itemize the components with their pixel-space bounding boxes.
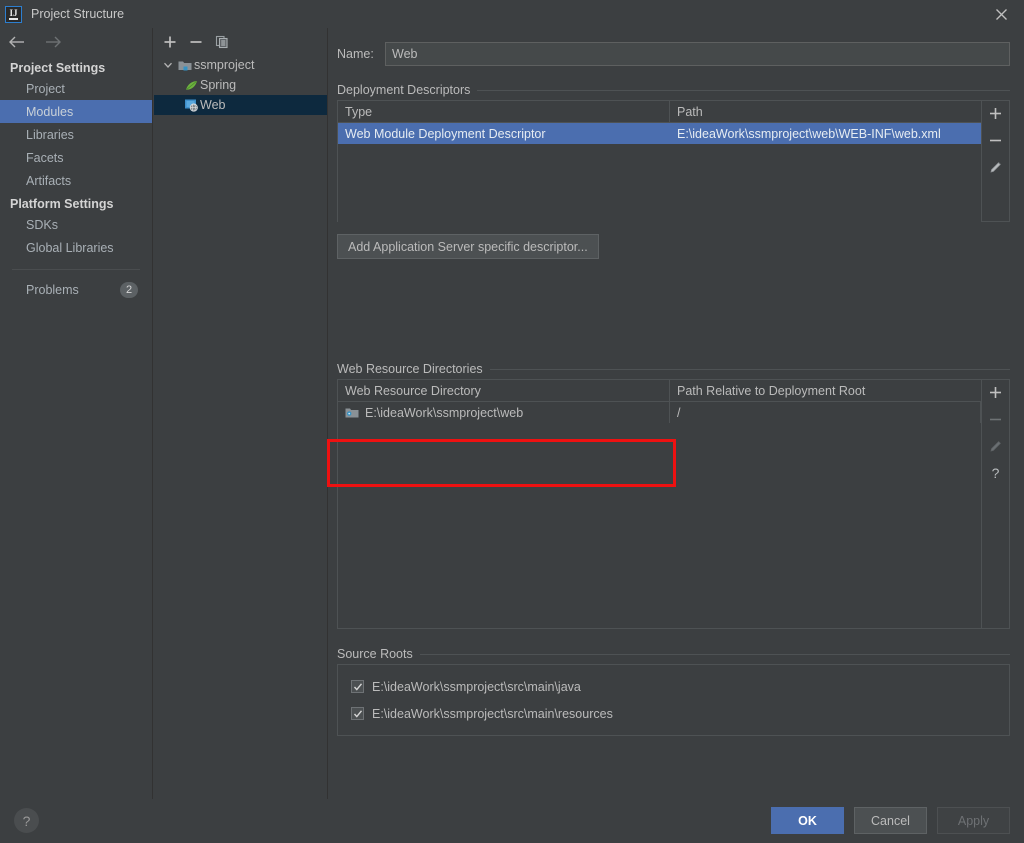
source-roots-title-row: Source Roots [337,644,1010,664]
deployment-descriptors-title: Deployment Descriptors [337,83,471,97]
cell-web-resource-directory-text: E:\ideaWork\ssmproject\web [365,405,524,420]
sidebar-item-facets[interactable]: Facets [0,146,152,169]
deployment-descriptors-toolbar [981,100,1010,222]
web-resource-directories-group: Web Resource Directories Web Resource Di… [337,359,1010,629]
table-row[interactable]: E:\ideaWork\ssmproject\web / [338,402,981,423]
sidebar-item-modules[interactable]: Modules [0,100,152,123]
ok-button[interactable]: OK [771,807,844,834]
help-question-icon[interactable]: ? [14,808,39,833]
sidebar-section-platform-settings: Platform Settings [10,196,114,211]
tree-node-label: Web [200,98,226,112]
sidebar-item-global-libraries[interactable]: Global Libraries [0,236,152,259]
cell-web-resource-directory: E:\ideaWork\ssmproject\web [338,402,670,423]
cell-type: Web Module Deployment Descriptor [338,123,670,144]
sidebar-item-problems-label: Problems [26,282,79,297]
close-icon[interactable] [978,0,1024,28]
module-name-row: Name: [337,42,1010,66]
table-empty-space [338,423,981,628]
project-structure-dialog: IJ Project Structure Project Settings Pr… [0,0,1024,843]
source-root-label: E:\ideaWork\ssmproject\src\main\java [372,679,581,694]
source-roots-title: Source Roots [337,647,413,661]
arrow-right-icon[interactable] [44,35,62,49]
deployment-descriptors-table-wrap: Type Path Web Module Deployment Descript… [337,100,1010,222]
sidebar-item-libraries[interactable]: Libraries [0,123,152,146]
tree-node-spring[interactable]: Spring [154,75,327,95]
help-question-icon[interactable]: ? [992,464,1000,482]
cancel-button[interactable]: Cancel [854,807,927,834]
tree-node-web[interactable]: Web [154,95,327,115]
copy-icon[interactable] [215,35,229,49]
web-resource-directories-toolbar: ? [981,379,1010,629]
sidebar-divider [12,269,140,270]
dialog-buttons: OK Cancel Apply [771,807,1010,834]
tree-node-ssmproject[interactable]: ssmproject [154,55,327,75]
group-title-line [477,89,1010,91]
module-name-input[interactable] [385,42,1010,66]
source-roots-list: E:\ideaWork\ssmproject\src\main\java E:\… [337,664,1010,736]
sidebar-item-problems[interactable]: Problems 2 [0,278,152,301]
remove-icon[interactable] [189,35,203,49]
module-tree-panel: ssmproject Spring Web [154,28,328,799]
add-icon[interactable] [163,35,177,49]
group-title-line [419,653,1010,655]
edit-pencil-icon[interactable] [989,158,1003,176]
column-header-path[interactable]: Path [670,101,981,122]
remove-icon[interactable] [989,131,1002,149]
module-folder-icon [176,59,194,72]
web-resource-folder-icon [345,407,359,419]
title-bar: IJ Project Structure [0,0,1024,28]
add-application-server-descriptor-button[interactable]: Add Application Server specific descript… [337,234,599,259]
chevron-down-icon[interactable] [160,60,176,70]
tree-node-label: Spring [200,78,237,92]
deployment-descriptors-table: Type Path Web Module Deployment Descript… [337,100,981,222]
web-module-icon [182,98,200,112]
problems-count-badge: 2 [120,281,138,298]
sidebar-section-project-settings: Project Settings [10,60,106,75]
intellij-idea-logo-icon: IJ [5,5,22,23]
arrow-left-icon[interactable] [8,35,26,49]
module-name-label: Name: [337,47,374,61]
group-title-line [489,368,1010,370]
add-icon[interactable] [989,383,1002,401]
source-root-item[interactable]: E:\ideaWork\ssmproject\src\main\resource… [338,700,1009,727]
deployment-descriptors-title-row: Deployment Descriptors [337,80,1010,100]
navigation-arrows [0,28,152,56]
sidebar-item-project[interactable]: Project [0,77,152,100]
source-root-item[interactable]: E:\ideaWork\ssmproject\src\main\java [338,673,1009,700]
source-root-label: E:\ideaWork\ssmproject\src\main\resource… [372,706,613,721]
settings-sidebar: Project Settings Project Modules Librari… [0,28,153,799]
spring-leaf-icon [182,79,200,92]
source-root-checkbox[interactable] [351,680,364,693]
apply-button: Apply [937,807,1010,834]
module-settings-panel: Name: Deployment Descriptors Type Path W… [329,28,1024,799]
web-resource-directories-table-wrap: Web Resource Directory Path Relative to … [337,379,1010,629]
column-header-web-resource-directory[interactable]: Web Resource Directory [338,380,670,401]
column-header-type[interactable]: Type [338,101,670,122]
web-resource-directories-table: Web Resource Directory Path Relative to … [337,379,981,629]
window-title: Project Structure [31,7,125,21]
add-icon[interactable] [989,104,1002,122]
table-row[interactable]: Web Module Deployment Descriptor E:\idea… [338,123,981,144]
web-resource-directories-title-row: Web Resource Directories [337,359,1010,379]
cell-path: E:\ideaWork\ssmproject\web\WEB-INF\web.x… [677,126,941,141]
remove-icon [989,410,1002,428]
web-resource-directories-title: Web Resource Directories [337,362,483,376]
source-roots-group: Source Roots E:\ideaWork\ssmproject\src\… [337,644,1010,736]
edit-pencil-icon [989,437,1003,455]
table-empty-space [338,144,981,222]
tree-node-label: ssmproject [194,58,255,72]
cell-relative-path: / [670,402,981,423]
sidebar-item-sdks[interactable]: SDKs [0,213,152,236]
module-tree: ssmproject Spring Web [154,55,327,115]
table-header: Type Path [338,101,981,123]
sidebar-item-artifacts[interactable]: Artifacts [0,169,152,192]
table-header: Web Resource Directory Path Relative to … [338,380,981,402]
module-tree-toolbar [154,28,327,55]
deployment-descriptors-group: Deployment Descriptors Type Path Web Mod… [337,80,1010,259]
source-root-checkbox[interactable] [351,707,364,720]
dialog-footer: ? OK Cancel Apply [0,799,1024,843]
column-header-path-relative-to-deployment-root[interactable]: Path Relative to Deployment Root [670,380,981,401]
